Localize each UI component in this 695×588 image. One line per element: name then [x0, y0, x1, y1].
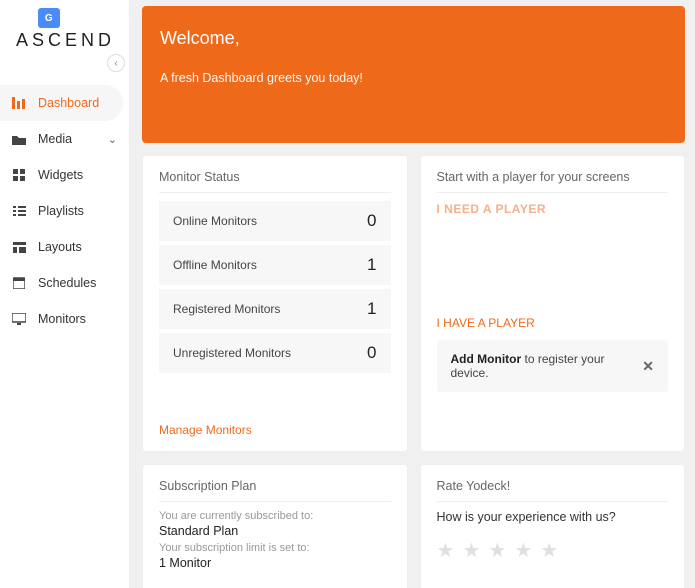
status-row-registered: Registered Monitors 1 — [159, 289, 391, 329]
calendar-icon — [12, 277, 26, 289]
status-row-unregistered: Unregistered Monitors 0 — [159, 333, 391, 373]
nav-item-layouts[interactable]: Layouts — [0, 229, 129, 265]
card-title: Monitor Status — [159, 170, 391, 193]
status-row-offline: Offline Monitors 1 — [159, 245, 391, 285]
card-title: Start with a player for your screens — [437, 170, 669, 193]
rate-card: Rate Yodeck! How is your experience with… — [420, 464, 686, 588]
welcome-banner: Welcome, A fresh Dashboard greets you to… — [142, 6, 685, 143]
status-value: 0 — [367, 343, 376, 363]
manage-monitors-link[interactable]: Manage Monitors — [159, 423, 252, 437]
subscription-current-label: You are currently subscribed to: — [159, 510, 391, 522]
translate-badge-icon: G — [38, 8, 60, 28]
nav-label: Monitors — [38, 312, 86, 326]
rate-question: How is your experience with us? — [437, 510, 669, 524]
nav-label: Schedules — [38, 276, 96, 290]
nav-item-dashboard[interactable]: Dashboard — [0, 85, 123, 121]
nav-item-schedules[interactable]: Schedules — [0, 265, 129, 301]
status-row-online: Online Monitors 0 — [159, 201, 391, 241]
chevron-down-icon: ⌄ — [108, 133, 117, 146]
layout-icon — [12, 242, 26, 253]
star-icon[interactable]: ★ — [462, 538, 480, 563]
star-icon[interactable]: ★ — [488, 538, 506, 563]
subscription-limit: 1 Monitor — [159, 556, 391, 570]
status-value: 1 — [367, 299, 376, 319]
card-title: Rate Yodeck! — [437, 479, 669, 502]
status-label: Offline Monitors — [173, 258, 257, 272]
need-player-link[interactable]: I NEED A PLAYER — [437, 202, 547, 216]
card-title: Subscription Plan — [159, 479, 391, 502]
list-icon — [12, 206, 26, 217]
nav: Dashboard Media ⌄ Widgets Playlists — [0, 85, 129, 337]
main-content: Welcome, A fresh Dashboard greets you to… — [130, 0, 695, 588]
folder-icon — [12, 134, 26, 145]
nav-item-monitors[interactable]: Monitors — [0, 301, 129, 337]
rating-stars: ★ ★ ★ ★ ★ — [437, 538, 669, 563]
nav-item-widgets[interactable]: Widgets — [0, 157, 129, 193]
nav-item-media[interactable]: Media ⌄ — [0, 121, 129, 157]
star-icon[interactable]: ★ — [514, 538, 532, 563]
add-monitor-label: Add Monitor to register your device. — [451, 352, 643, 380]
nav-label: Dashboard — [38, 96, 99, 110]
close-icon[interactable]: ✕ — [642, 358, 654, 375]
subscription-limit-label: Your subscription limit is set to: — [159, 542, 391, 554]
status-value: 0 — [367, 211, 376, 231]
star-icon[interactable]: ★ — [540, 538, 558, 563]
nav-label: Widgets — [38, 168, 83, 182]
status-value: 1 — [367, 255, 376, 275]
add-monitor-row[interactable]: Add Monitor to register your device. ✕ — [437, 340, 669, 392]
status-label: Online Monitors — [173, 214, 257, 228]
nav-label: Media — [38, 132, 72, 146]
bars-icon — [12, 97, 26, 109]
brand-text: ASCEND — [8, 30, 121, 51]
player-card: Start with a player for your screens I N… — [420, 155, 686, 452]
brand: G ASCEND ‹ — [0, 0, 129, 55]
nav-label: Playlists — [38, 204, 84, 218]
monitor-icon — [12, 313, 26, 325]
sidebar: G ASCEND ‹ Dashboard Media ⌄ — [0, 0, 130, 588]
banner-title: Welcome, — [160, 28, 667, 49]
subscription-card: Subscription Plan You are currently subs… — [142, 464, 408, 588]
subscription-plan: Standard Plan — [159, 524, 391, 538]
chevron-left-icon: ‹ — [114, 58, 117, 69]
status-label: Registered Monitors — [173, 302, 280, 316]
monitor-status-card: Monitor Status Online Monitors 0 Offline… — [142, 155, 408, 452]
have-player-label: I HAVE A PLAYER — [437, 316, 669, 330]
collapse-sidebar-button[interactable]: ‹ — [107, 54, 125, 72]
star-icon[interactable]: ★ — [437, 538, 455, 563]
banner-subtitle: A fresh Dashboard greets you today! — [160, 71, 667, 85]
nav-label: Layouts — [38, 240, 82, 254]
grid-icon — [12, 169, 26, 181]
nav-item-playlists[interactable]: Playlists — [0, 193, 129, 229]
status-label: Unregistered Monitors — [173, 346, 291, 360]
